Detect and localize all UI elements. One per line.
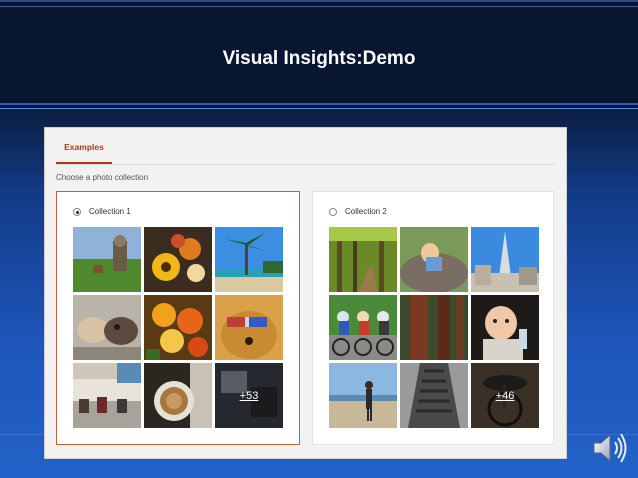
photo-thumbnail[interactable] xyxy=(400,363,468,428)
photo-thumbnail[interactable] xyxy=(400,295,468,360)
speaker-icon[interactable] xyxy=(590,428,630,468)
photo-thumbnail[interactable] xyxy=(471,295,539,360)
photo-thumbnail[interactable] xyxy=(400,227,468,292)
photo-thumbnail[interactable]: +46 xyxy=(471,363,539,428)
photo-thumbnail[interactable]: +53 xyxy=(215,363,283,428)
photo-thumbnail[interactable] xyxy=(73,295,141,360)
slide-header: Visual Insights:Demo xyxy=(0,0,638,108)
tab-divider xyxy=(56,164,555,165)
header-divider xyxy=(0,6,638,7)
header-rule xyxy=(0,103,638,105)
photo-thumbnail[interactable] xyxy=(329,227,397,292)
photo-thumbnail[interactable] xyxy=(144,295,212,360)
photo-thumbnail[interactable] xyxy=(329,363,397,428)
tab-examples[interactable]: Examples xyxy=(56,142,112,152)
collection-1-label[interactable]: Collection 1 xyxy=(89,207,131,216)
photo-thumbnail[interactable] xyxy=(215,295,283,360)
photo-thumbnail[interactable] xyxy=(144,227,212,292)
collection-2-card[interactable]: Collection 2 +46 xyxy=(312,191,554,445)
instruction-text: Choose a photo collection xyxy=(56,173,149,182)
photo-thumbnail[interactable] xyxy=(329,295,397,360)
photo-thumbnail[interactable] xyxy=(73,227,141,292)
photo-thumbnail[interactable] xyxy=(144,363,212,428)
photo-thumbnail[interactable] xyxy=(471,227,539,292)
photo-thumbnail[interactable] xyxy=(215,227,283,292)
photo-thumbnail[interactable] xyxy=(73,363,141,428)
slide-title: Visual Insights:Demo xyxy=(222,48,416,69)
header-rule-thin xyxy=(0,108,638,109)
more-photos-link[interactable]: +46 xyxy=(471,363,539,428)
more-photos-link[interactable]: +53 xyxy=(215,363,283,428)
collection-1-card[interactable]: Collection 1 +53 xyxy=(56,191,300,445)
collection-2-radio[interactable] xyxy=(329,208,337,216)
collection-1-radio[interactable] xyxy=(73,208,81,216)
collection-2-label[interactable]: Collection 2 xyxy=(345,207,387,216)
collection-2-grid: +46 xyxy=(329,227,539,428)
collection-1-grid: +53 xyxy=(73,227,283,428)
demo-panel: Examples Choose a photo collection Colle… xyxy=(44,127,567,459)
